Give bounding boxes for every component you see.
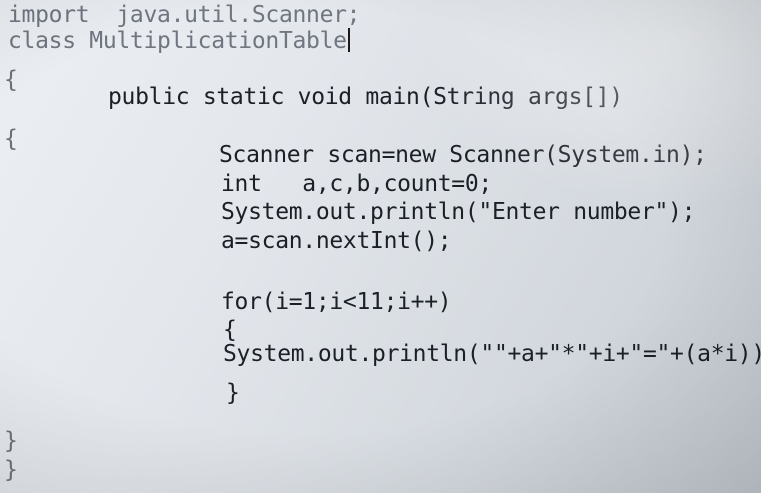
code-editor[interactable]: import java.util.Scanner; class Multipli… <box>0 0 761 493</box>
text-cursor <box>347 28 350 52</box>
code-line-6: Scanner scan=new Scanner(System.in); <box>219 142 707 168</box>
code-line-3: { <box>4 67 18 93</box>
monitor-photo: import java.util.Scanner; class Multipli… <box>0 0 761 493</box>
code-line-4: public static void main(String args[]) <box>108 84 623 110</box>
code-line-1: import java.util.Scanner; <box>8 2 361 28</box>
code-line-12: System.out.println(""+a+"*"+i+"="+(a*i))… <box>223 341 761 367</box>
code-line-9: a=scan.nextInt(); <box>221 228 452 254</box>
code-line-7: int a,c,b,count=0; <box>221 171 492 197</box>
code-line-2: class MultiplicationTable <box>8 28 350 55</box>
code-line-15: } <box>4 457 18 483</box>
code-line-11: { <box>223 317 237 343</box>
code-line-10: for(i=1;i<11;i++) <box>221 289 452 315</box>
code-line-5: { <box>4 126 18 152</box>
code-line-13: } <box>226 380 240 406</box>
code-line-14: } <box>4 428 18 454</box>
code-line-8: System.out.println("Enter number"); <box>221 199 696 225</box>
